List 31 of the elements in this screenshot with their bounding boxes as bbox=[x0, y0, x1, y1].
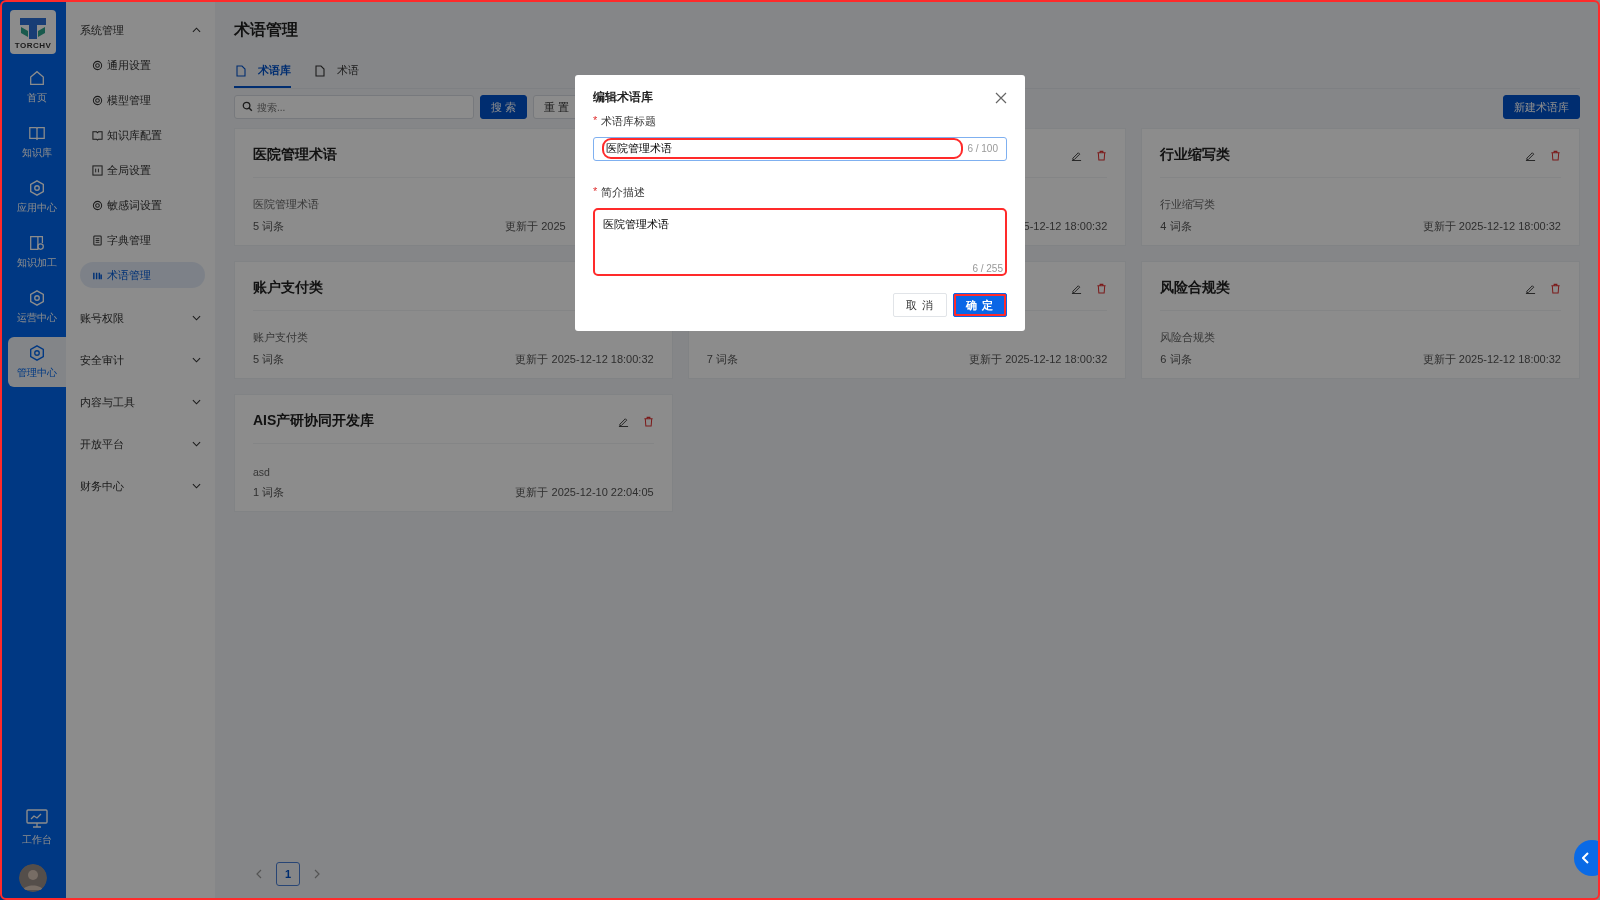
card-title: 风险合规类 bbox=[1160, 279, 1231, 297]
updated-time: 更新于 2025 bbox=[505, 218, 566, 234]
character-count: 6 / 100 bbox=[967, 143, 998, 155]
updated-time: 更新于 2025-12-12 18:00:32 bbox=[515, 351, 654, 367]
updated-time: 更新于 2025-12-12 18:00:32 bbox=[1422, 351, 1561, 367]
term-count: 5 词条 bbox=[253, 351, 285, 367]
card-description: 账户支付类 bbox=[253, 331, 308, 345]
page-title: 术语管理 bbox=[234, 20, 299, 40]
dialog-title: 编辑术语库 bbox=[593, 89, 653, 106]
card-title: 行业缩写类 bbox=[1160, 146, 1231, 164]
card-title: AIS产研协同开发库 bbox=[253, 412, 375, 430]
term-count: 4 词条 bbox=[1160, 218, 1192, 234]
field-label: 术语库标题 bbox=[601, 114, 657, 129]
character-count: 6 / 255 bbox=[972, 263, 1003, 274]
updated-time: 更新于 2025-12-12 18:00:32 bbox=[1422, 218, 1561, 234]
logo-text: TORCHV bbox=[14, 40, 52, 50]
card-description: 医院管理术语 bbox=[253, 198, 319, 212]
term-count: 6 词条 bbox=[1160, 351, 1192, 367]
required-mark: * bbox=[593, 184, 598, 199]
card-title: 账户支付类 bbox=[253, 279, 323, 297]
term-count: 1 词条 bbox=[253, 484, 285, 500]
updated-time: 更新于 2025-12-12 18:00:32 bbox=[969, 351, 1108, 367]
term-count: 7 词条 bbox=[706, 351, 738, 367]
required-mark: * bbox=[593, 114, 598, 128]
card-description: 行业缩写类 bbox=[1160, 198, 1216, 212]
field-label: 简介描述 bbox=[601, 184, 646, 200]
card-description: asd bbox=[253, 466, 270, 478]
updated-time: 更新于 2025-12-10 22:04:05 bbox=[515, 484, 654, 500]
term-count: 5 词条 bbox=[253, 218, 285, 234]
card-title: 医院管理术语 bbox=[253, 146, 337, 164]
card-description: 风险合规类 bbox=[1160, 331, 1216, 345]
